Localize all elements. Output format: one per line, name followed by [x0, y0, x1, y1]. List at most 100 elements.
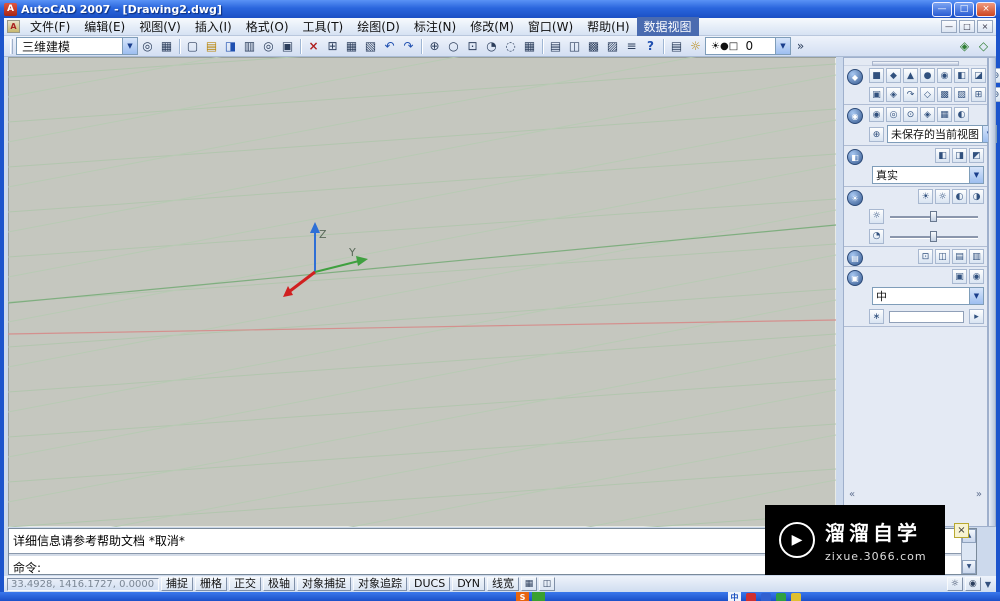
open-icon[interactable]: ▤ — [202, 37, 221, 55]
maximize-button[interactable]: □ — [954, 2, 974, 17]
visual-style-badge-icon[interactable]: ◧ — [847, 149, 863, 165]
slider-thumb[interactable] — [930, 231, 937, 242]
named-views-icon[interactable]: ▦ — [520, 37, 539, 55]
brightness-slider[interactable] — [890, 209, 978, 223]
chevron-down-icon[interactable]: ▼ — [969, 288, 983, 304]
close-button[interactable]: × — [976, 2, 996, 17]
fly-icon[interactable]: ◐ — [954, 107, 969, 122]
render-presets-icon[interactable]: ▣ — [952, 269, 967, 284]
3d-make-badge-icon[interactable]: ◆ — [847, 69, 863, 85]
quickcalc-icon[interactable]: ≡ — [622, 37, 641, 55]
tray-icon[interactable] — [791, 593, 801, 601]
workspace-select[interactable]: 三维建模 ▼ — [16, 37, 138, 55]
sweep-icon[interactable]: ↷ — [903, 87, 918, 102]
menu-format[interactable]: 格式(O) — [239, 17, 296, 36]
my-workspace-icon[interactable]: ▦ — [157, 37, 176, 55]
pyramid-primitive-icon[interactable]: ◆ — [886, 68, 901, 83]
designcenter-icon[interactable]: ◫ — [565, 37, 584, 55]
zoom-window-icon[interactable]: ⊡ — [463, 37, 482, 55]
panel-overflow-right-icon[interactable]: » — [976, 489, 982, 500]
copy-icon[interactable]: ⊞ — [323, 37, 342, 55]
slider-thumb[interactable] — [930, 211, 937, 222]
menu-window[interactable]: 窗口(W) — [521, 17, 580, 36]
menu-view[interactable]: 视图(V) — [132, 17, 188, 36]
materials-browser-icon[interactable]: ⊡ — [918, 249, 933, 264]
drawing-area[interactable]: Z Y — [8, 57, 836, 527]
properties-icon[interactable]: ▤ — [546, 37, 565, 55]
plot-icon[interactable]: ▥ — [240, 37, 259, 55]
minimize-button[interactable]: — — [932, 2, 952, 17]
sheet-set-manager-icon[interactable]: ▨ — [603, 37, 622, 55]
doc-close-button[interactable]: × — [977, 20, 993, 33]
otrack-toggle[interactable]: 对象追踪 — [353, 577, 407, 591]
scroll-down-icon[interactable]: ▼ — [962, 560, 976, 574]
saved-views-icon[interactable]: ⊕ — [869, 127, 884, 142]
spotlight-icon[interactable]: ◑ — [969, 189, 984, 204]
extrude-icon[interactable]: ▣ — [869, 87, 884, 102]
sogou-tray-icon[interactable]: S — [516, 592, 529, 601]
redo-icon[interactable]: ↷ — [399, 37, 418, 55]
chevron-down-icon[interactable]: ▼ — [969, 167, 983, 183]
torus-primitive-icon[interactable]: ◪ — [971, 68, 986, 83]
revolve-icon[interactable]: ◈ — [886, 87, 901, 102]
doc-minimize-button[interactable]: — — [941, 20, 957, 33]
qnew-icon[interactable]: ▢ — [183, 37, 202, 55]
save-icon[interactable]: ◨ — [221, 37, 240, 55]
contrast-slider[interactable] — [890, 229, 978, 243]
walk-icon[interactable]: ▦ — [937, 107, 952, 122]
workspace-settings-icon[interactable]: ◎ — [138, 37, 157, 55]
menu-file[interactable]: 文件(F) — [23, 17, 77, 36]
tray-icon[interactable] — [761, 593, 771, 601]
constrained-orbit-icon[interactable]: ◉ — [869, 107, 884, 122]
osnap-toggle[interactable]: 对象捕捉 — [297, 577, 351, 591]
box-primitive-icon[interactable]: ■ — [869, 68, 884, 83]
materials-badge-icon[interactable]: ▤ — [847, 250, 863, 266]
grid-toggle[interactable]: 栅格 — [195, 577, 227, 591]
menu-dimension[interactable]: 标注(N) — [407, 17, 463, 36]
tray-icon[interactable] — [746, 593, 756, 601]
loft-icon[interactable]: ◇ — [920, 87, 935, 102]
toolbar-lock-icon[interactable]: ◉ — [965, 577, 981, 591]
intersect-icon[interactable]: ⊞ — [971, 87, 986, 102]
publish-icon[interactable]: ▣ — [278, 37, 297, 55]
ducs-toggle[interactable]: DUCS — [409, 577, 450, 591]
ime-language-tray-icon[interactable]: 中 — [728, 592, 741, 601]
render-environment-icon[interactable]: ◉ — [969, 269, 984, 284]
named-view-select[interactable]: 未保存的当前视图 ▼ — [887, 125, 997, 143]
paste-icon[interactable]: ▦ — [342, 37, 361, 55]
zoom-realtime-icon[interactable]: ○ — [444, 37, 463, 55]
tray-icon[interactable] — [776, 593, 786, 601]
model-space-icon[interactable]: ▦ — [521, 577, 537, 591]
polar-toggle[interactable]: 极轴 — [263, 577, 295, 591]
material-mapping-icon[interactable]: ◫ — [935, 249, 950, 264]
subtract-icon[interactable]: ▨ — [954, 87, 969, 102]
camera-icon[interactable]: ◈ — [920, 107, 935, 122]
render-quality-select[interactable]: 中 ▼ — [872, 287, 984, 305]
toolbar-overflow-chevron-icon[interactable]: » — [791, 37, 810, 55]
menu-draw[interactable]: 绘图(D) — [350, 17, 407, 36]
status-menu-chevron-icon[interactable]: ▼ — [983, 580, 993, 589]
render-badge-icon[interactable]: ▣ — [847, 270, 863, 286]
doc-restore-button[interactable]: □ — [959, 20, 975, 33]
menu-dataview[interactable]: 数据视图 — [637, 17, 699, 36]
hidden-style-icon[interactable]: ◨ — [952, 148, 967, 163]
zoom-previous-icon[interactable]: ◔ — [482, 37, 501, 55]
realistic-style-icon[interactable]: ◩ — [969, 148, 984, 163]
render-go-button[interactable]: ▸ — [969, 309, 984, 324]
union-icon[interactable]: ▩ — [937, 87, 952, 102]
point-light-icon[interactable]: ◐ — [952, 189, 967, 204]
layer-previous-icon[interactable]: ◇ — [974, 37, 993, 55]
wedge-primitive-icon[interactable]: ▲ — [903, 68, 918, 83]
snap-toggle[interactable]: 捕捉 — [161, 577, 193, 591]
cone-primitive-icon[interactable]: ◧ — [954, 68, 969, 83]
ortho-toggle[interactable]: 正交 — [229, 577, 261, 591]
light-badge-icon[interactable]: ☀ — [847, 190, 863, 206]
free-orbit-icon[interactable]: ◎ — [886, 107, 901, 122]
lineweight-toggle[interactable]: 线宽 — [487, 577, 519, 591]
sphere-primitive-icon[interactable]: ● — [920, 68, 935, 83]
continuous-orbit-icon[interactable]: ⊙ — [903, 107, 918, 122]
3d-navigate-badge-icon[interactable]: ◉ — [847, 108, 863, 124]
menu-edit[interactable]: 编辑(E) — [77, 17, 132, 36]
layer-properties-icon[interactable]: ▤ — [667, 37, 686, 55]
orbit-icon[interactable]: ◌ — [501, 37, 520, 55]
